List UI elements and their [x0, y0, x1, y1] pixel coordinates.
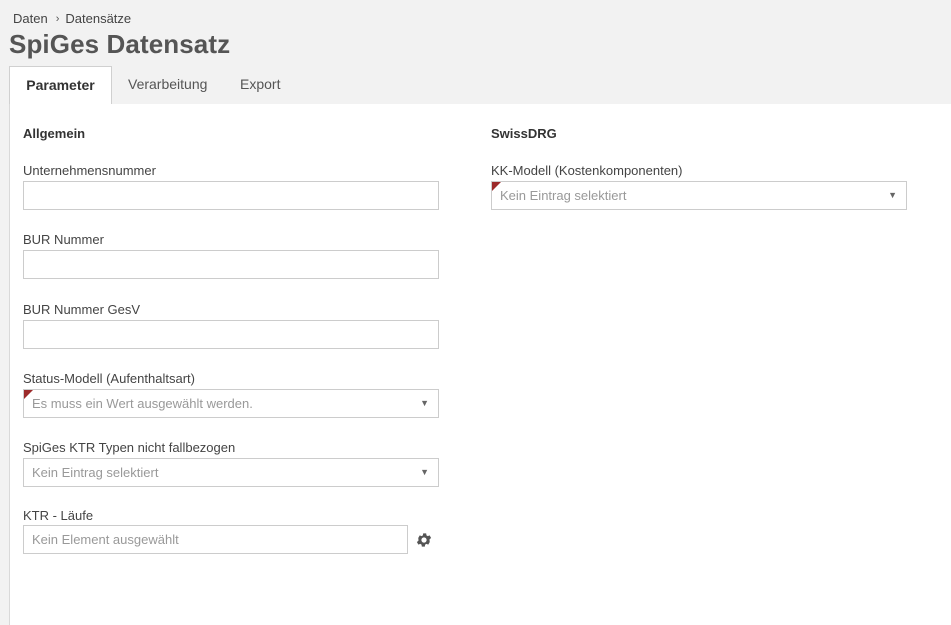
tab-verarbeitung[interactable]: Verarbeitung: [112, 66, 223, 104]
dropdown-caret-icon: ▼: [420, 398, 429, 408]
ktr-typen-placeholder: Kein Eintrag selektiert: [32, 465, 159, 480]
required-marker-icon: [492, 182, 501, 191]
parameter-panel: Allgemein Unternehmensnummer BUR Nummer …: [9, 104, 951, 625]
breadcrumb-item-datensaetze[interactable]: Datensätze: [65, 11, 131, 26]
kk-modell-placeholder: Kein Eintrag selektiert: [500, 188, 627, 203]
ktr-laeufe-select[interactable]: Kein Element ausgewählt: [23, 525, 408, 554]
status-modell-label: Status-Modell (Aufenthaltsart): [23, 371, 195, 386]
gear-icon[interactable]: [415, 531, 433, 549]
ktr-laeufe-placeholder: Kein Element ausgewählt: [32, 532, 179, 547]
tab-export[interactable]: Export: [224, 66, 296, 104]
status-modell-placeholder: Es muss ein Wert ausgewählt werden.: [32, 396, 253, 411]
unternehmensnummer-input[interactable]: [23, 181, 439, 210]
section-title-allgemein: Allgemein: [23, 126, 86, 141]
status-modell-select[interactable]: Es muss ein Wert ausgewählt werden. ▼: [23, 389, 439, 418]
dropdown-caret-icon: ▼: [420, 467, 429, 477]
breadcrumb-separator: ›: [55, 12, 60, 25]
tab-parameter[interactable]: Parameter: [9, 66, 112, 105]
page-title: SpiGes Datensatz: [9, 29, 231, 59]
breadcrumb: Daten › Datensätze: [13, 11, 131, 26]
ktr-laeufe-label: KTR - Läufe: [23, 508, 94, 523]
dropdown-caret-icon: ▼: [888, 190, 897, 200]
ktr-typen-label: SpiGes KTR Typen nicht fallbezogen: [23, 440, 236, 455]
breadcrumb-item-daten[interactable]: Daten: [13, 11, 48, 26]
bur-nummer-gesv-label: BUR Nummer GesV: [23, 302, 141, 317]
bur-nummer-label: BUR Nummer: [23, 232, 104, 247]
required-marker-icon: [24, 390, 33, 399]
bur-nummer-gesv-input[interactable]: [23, 320, 439, 349]
unternehmensnummer-label: Unternehmensnummer: [23, 163, 156, 178]
tab-bar: Parameter Verarbeitung Export: [9, 66, 951, 105]
section-title-swissdrg: SwissDRG: [491, 126, 557, 141]
kk-modell-select[interactable]: Kein Eintrag selektiert ▼: [491, 181, 907, 210]
ktr-typen-select[interactable]: Kein Eintrag selektiert ▼: [23, 458, 439, 487]
bur-nummer-input[interactable]: [23, 250, 439, 279]
kk-modell-label: KK-Modell (Kostenkomponenten): [491, 163, 683, 178]
